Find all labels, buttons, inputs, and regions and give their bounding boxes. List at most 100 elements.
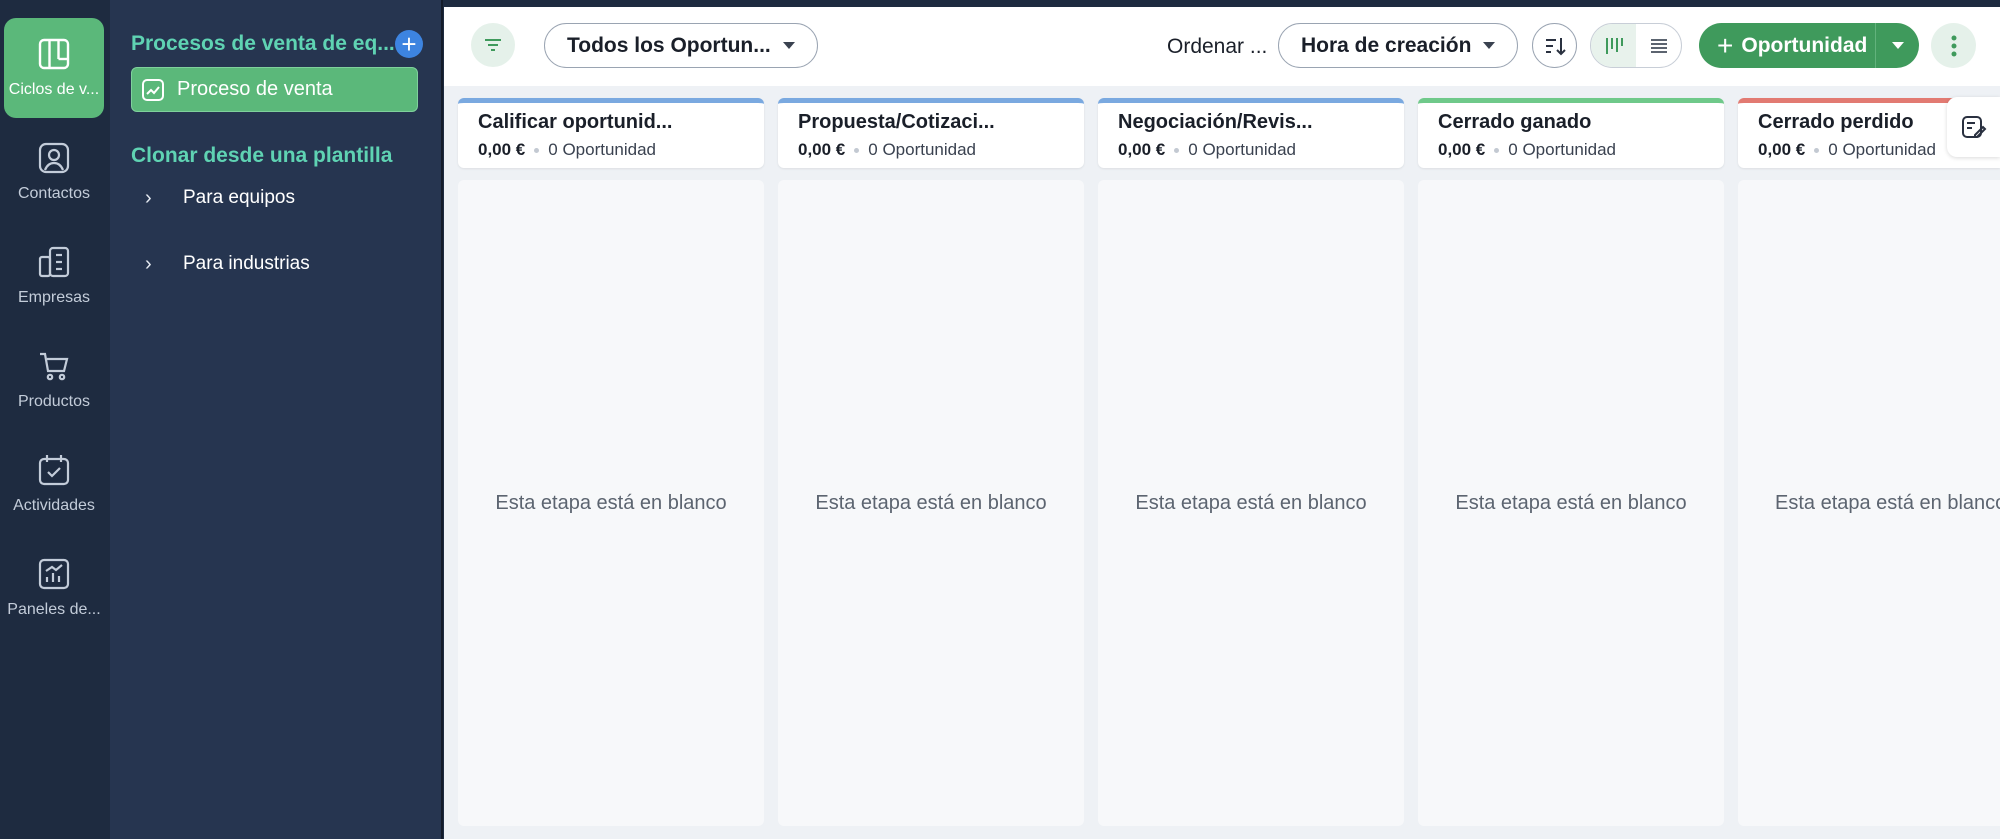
stage-summary: 0,00 € 0 Oportunidad [478, 140, 744, 160]
rail-item-dashboards[interactable]: Paneles de... [4, 538, 104, 638]
add-pipeline-button[interactable]: + [395, 30, 423, 58]
stage-count: 0 Oportunidad [868, 140, 977, 159]
tree-item-industries[interactable]: › Para industrias [145, 249, 310, 279]
caret-down-icon [1483, 42, 1495, 49]
stage-amount: 0,00 € [478, 140, 526, 159]
more-options-button[interactable] [1931, 23, 1976, 68]
view-select[interactable]: Todos los Oportun... [544, 23, 818, 68]
stage-summary: 0,00 € 0 Oportunidad [1118, 140, 1384, 160]
stage-column: Negociación/Revis... 0,00 € 0 Oportunida… [1098, 98, 1404, 826]
stage-summary: 0,00 € 0 Oportunidad [1438, 140, 1704, 160]
filter-icon [485, 39, 501, 51]
stage-name: Negociación/Revis... [1118, 111, 1313, 133]
sort-select-value: Hora de creación [1301, 33, 1472, 57]
kanban-icon [1605, 37, 1623, 54]
view-select-value: Todos los Oportun... [567, 33, 771, 57]
stage-header[interactable]: Negociación/Revis... 0,00 € 0 Oportunida… [1098, 98, 1404, 168]
list-view-button[interactable] [1636, 24, 1681, 67]
rail-item-activities[interactable]: Actividades [4, 434, 104, 534]
separator-dot [1174, 147, 1180, 153]
stage-name: Propuesta/Cotizaci... [798, 111, 995, 133]
list-icon [1650, 38, 1667, 53]
stage-summary: 0,00 € 0 Oportunidad [798, 140, 1064, 160]
sidebar-header: Procesos de venta de eq... + [131, 30, 423, 58]
sidebar-title: Procesos de venta de eq... [131, 32, 395, 55]
separator-dot [854, 147, 860, 153]
rail-label: Paneles de... [7, 601, 101, 618]
building-icon [38, 246, 70, 278]
stage-header[interactable]: Cerrado ganado 0,00 € 0 Oportunidad [1418, 98, 1724, 168]
sort-direction-icon [1545, 37, 1566, 55]
stage-dropzone: Esta etapa está en blanco [1098, 180, 1404, 826]
stage-count: 0 Oportunidad [1828, 140, 1937, 159]
empty-stage-text: Esta etapa está en blanco [1775, 491, 2000, 514]
tree-item-teams[interactable]: › Para equipos [145, 183, 295, 213]
new-opportunity-button[interactable]: + Oportunidad [1699, 23, 1875, 68]
chevron-right-icon: › [145, 252, 152, 275]
rail-label: Contactos [17, 185, 91, 202]
toolbar: Todos los Oportun... Ordenar ... Hora de… [444, 7, 2000, 86]
separator-dot [534, 147, 540, 153]
stage-count: 0 Oportunidad [1188, 140, 1297, 159]
notes-panel-button[interactable] [1947, 97, 2000, 157]
separator-dot [1494, 147, 1500, 153]
main-area: Todos los Oportun... Ordenar ... Hora de… [444, 7, 2000, 839]
rail-item-products[interactable]: Productos [4, 330, 104, 430]
stage-column: Propuesta/Cotizaci... 0,00 € 0 Oportunid… [778, 98, 1084, 826]
clone-template-title: Clonar desde una plantilla [131, 144, 393, 167]
sort-direction-button[interactable] [1532, 23, 1577, 68]
stage-name: Cerrado ganado [1438, 111, 1592, 133]
stage-dropzone: Esta etapa está en blanco [1418, 180, 1724, 826]
app-rail: Ciclos de v... Contactos Empresas Produc… [0, 0, 110, 839]
empty-stage-text: Esta etapa está en blanco [815, 491, 1047, 514]
separator-dot [1814, 147, 1820, 153]
stage-dropzone: Esta etapa está en blanco [1738, 180, 2000, 826]
rail-label: Empresas [17, 289, 91, 306]
stage-count: 0 Oportunidad [548, 140, 657, 159]
new-opportunity-dropdown[interactable] [1875, 23, 1919, 68]
rail-item-pipelines[interactable]: Ciclos de v... [4, 18, 104, 118]
rail-item-contacts[interactable]: Contactos [4, 122, 104, 222]
dashboard-icon [38, 558, 70, 590]
kanban-view-button[interactable] [1591, 24, 1636, 67]
empty-stage-text: Esta etapa está en blanco [1135, 491, 1367, 514]
rail-label: Actividades [13, 497, 95, 514]
caret-down-icon [1891, 42, 1904, 49]
stage-column: Cerrado perdido 0,00 € 0 Oportunidad Est… [1738, 98, 2000, 826]
stage-header[interactable]: Propuesta/Cotizaci... 0,00 € 0 Oportunid… [778, 98, 1084, 168]
contact-icon [38, 142, 70, 174]
note-edit-icon [1961, 116, 1986, 138]
stage-amount: 0,00 € [1118, 140, 1166, 159]
pipeline-sidebar: Procesos de venta de eq... + Proceso de … [110, 0, 443, 839]
stage-amount: 0,00 € [1758, 140, 1806, 159]
sidebar-item-sales-process[interactable]: Proceso de venta [131, 67, 418, 112]
sort-label: Ordenar ... [1167, 35, 1268, 58]
pipeline-icon [38, 38, 70, 70]
new-opportunity-button-group: + Oportunidad [1699, 23, 1919, 68]
stage-dropzone: Esta etapa está en blanco [458, 180, 764, 826]
view-toggle [1590, 23, 1682, 68]
tree-item-label: Para equipos [183, 187, 295, 208]
stage-amount: 0,00 € [1438, 140, 1486, 159]
caret-down-icon [783, 42, 795, 49]
rail-label: Productos [17, 393, 91, 410]
chevron-right-icon: › [145, 186, 152, 209]
new-opportunity-label: Oportunidad [1741, 33, 1868, 57]
empty-stage-text: Esta etapa está en blanco [495, 491, 727, 514]
vertical-dots-icon [1951, 35, 1956, 56]
tree-item-label: Para industrias [183, 253, 310, 274]
stage-dropzone: Esta etapa está en blanco [778, 180, 1084, 826]
stage-amount: 0,00 € [798, 140, 846, 159]
plus-icon: + [1717, 29, 1734, 61]
sort-select[interactable]: Hora de creación [1278, 23, 1518, 68]
cart-icon [40, 352, 69, 381]
rail-item-companies[interactable]: Empresas [4, 226, 104, 326]
stage-header[interactable]: Calificar oportunid... 0,00 € 0 Oportuni… [458, 98, 764, 168]
trend-icon [142, 78, 164, 101]
calendar-check-icon [38, 455, 70, 486]
stage-name: Calificar oportunid... [478, 111, 673, 133]
filter-button[interactable] [471, 23, 515, 67]
stage-column: Calificar oportunid... 0,00 € 0 Oportuni… [458, 98, 764, 826]
empty-stage-text: Esta etapa está en blanco [1455, 491, 1687, 514]
stage-count: 0 Oportunidad [1508, 140, 1617, 159]
